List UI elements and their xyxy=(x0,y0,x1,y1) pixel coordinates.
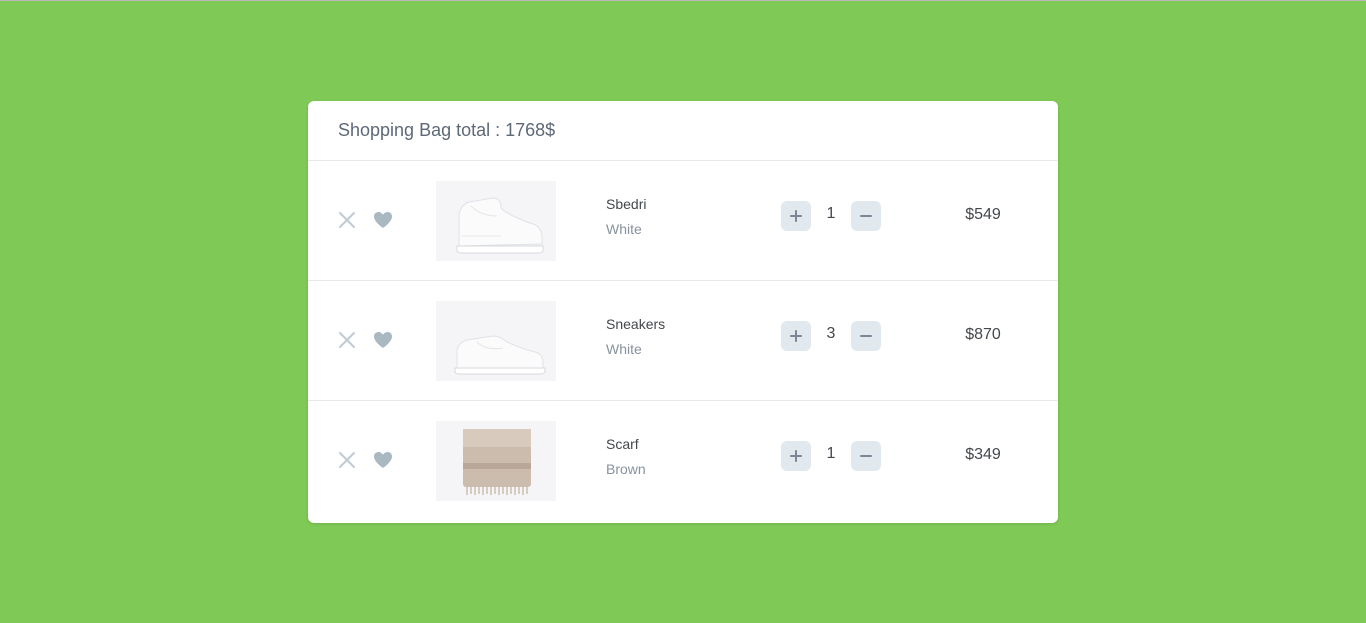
high-top-sneaker-image xyxy=(456,197,544,254)
quantity-stepper: 1 xyxy=(781,441,881,471)
item-price: $549 xyxy=(965,206,1001,223)
item-description: Sneakers White xyxy=(606,316,665,357)
increase-button[interactable] xyxy=(781,321,811,351)
item-color: White xyxy=(606,221,642,237)
shopping-cart: Shopping Bag total : 1768$ Sbedri White xyxy=(308,101,1058,523)
like-button[interactable] xyxy=(373,331,393,349)
heart-icon xyxy=(374,212,392,228)
item-description: Scarf Brown xyxy=(606,436,646,477)
item-description: Sbedri White xyxy=(606,196,646,237)
decrease-button[interactable] xyxy=(851,441,881,471)
item-color: Brown xyxy=(606,461,646,477)
close-icon xyxy=(339,212,355,228)
decrease-button[interactable] xyxy=(851,201,881,231)
like-button[interactable] xyxy=(373,211,393,229)
close-icon xyxy=(339,452,355,468)
top-border-line xyxy=(0,0,1366,1)
minus-icon xyxy=(860,215,872,217)
item-name: Scarf xyxy=(606,436,639,452)
minus-icon xyxy=(860,335,872,337)
cart-item: Sbedri White 1 $549 xyxy=(308,161,1058,281)
plus-icon xyxy=(790,330,802,342)
cart-item: Scarf Brown 1 $349 xyxy=(308,401,1058,520)
like-button[interactable] xyxy=(373,451,393,469)
product-image xyxy=(436,301,556,381)
increase-button[interactable] xyxy=(781,441,811,471)
delete-button[interactable] xyxy=(338,211,356,229)
plus-icon xyxy=(790,210,802,222)
quantity-value[interactable]: 1 xyxy=(811,445,851,463)
item-price: $349 xyxy=(965,446,1001,463)
decrease-button[interactable] xyxy=(851,321,881,351)
delete-button[interactable] xyxy=(338,331,356,349)
quantity-value[interactable]: 1 xyxy=(811,205,851,223)
item-price: $870 xyxy=(965,326,1001,343)
quantity-stepper: 1 xyxy=(781,201,881,231)
low-sneaker-image xyxy=(454,335,546,375)
cart-title: Shopping Bag total : 1768$ xyxy=(308,101,1058,161)
plus-icon xyxy=(790,450,802,462)
delete-button[interactable] xyxy=(338,451,356,469)
item-name: Sbedri xyxy=(606,196,647,212)
minus-icon xyxy=(860,455,872,457)
quantity-stepper: 3 xyxy=(781,321,881,351)
product-image xyxy=(436,421,556,501)
heart-icon xyxy=(374,332,392,348)
heart-icon xyxy=(374,452,392,468)
item-color: White xyxy=(606,341,642,357)
close-icon xyxy=(339,332,355,348)
cart-item: Sneakers White 3 $870 xyxy=(308,281,1058,401)
quantity-value[interactable]: 3 xyxy=(811,325,851,343)
product-image xyxy=(436,181,556,261)
item-name: Sneakers xyxy=(606,316,666,332)
scarf-image xyxy=(463,429,531,495)
increase-button[interactable] xyxy=(781,201,811,231)
